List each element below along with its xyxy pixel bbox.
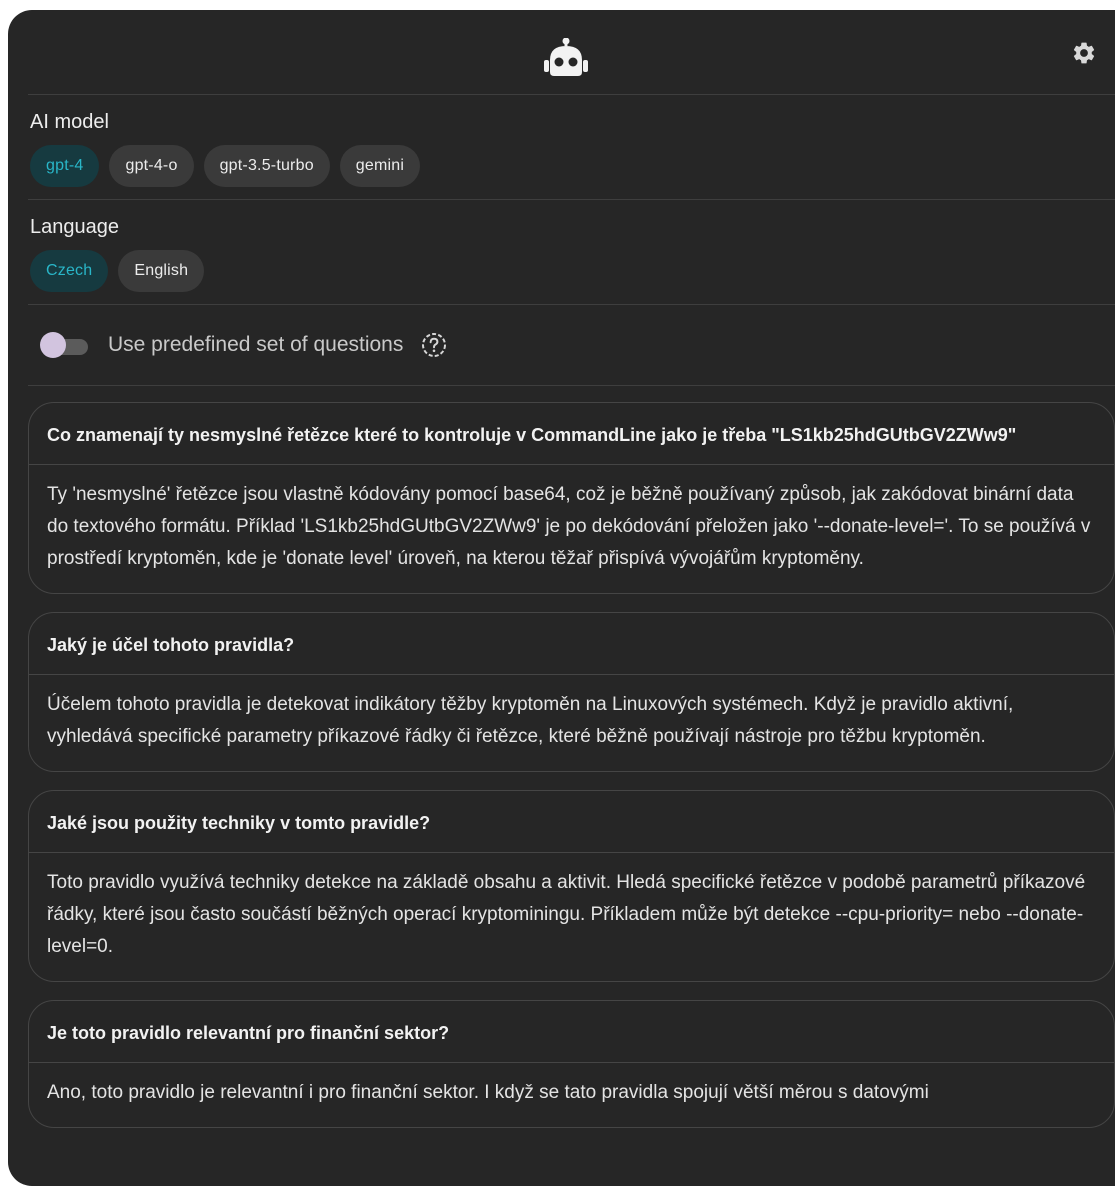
chat-panel: AI model gpt-4 gpt-4-o gpt-3.5-turbo gem… [8, 10, 1115, 1186]
predefined-questions-label: Use predefined set of questions [108, 333, 404, 356]
toggle-thumb [40, 332, 66, 358]
qa-answer: Ty 'nesmyslné' řetězce jsou vlastně kódo… [47, 484, 1091, 569]
panel-header [28, 10, 1115, 95]
model-chip-gpt-4-o[interactable]: gpt-4-o [109, 145, 194, 187]
predefined-questions-row: Use predefined set of questions [28, 305, 1115, 386]
model-chip-gpt-4[interactable]: gpt-4 [30, 145, 100, 187]
model-chip-gemini[interactable]: gemini [339, 145, 421, 187]
predefined-questions-toggle[interactable] [38, 332, 90, 358]
qa-card: Je toto pravidlo relevantní pro finanční… [28, 1000, 1115, 1128]
qa-question: Je toto pravidlo relevantní pro finanční… [29, 1001, 1114, 1063]
qa-answer: Účelem tohoto pravidla je detekovat indi… [47, 694, 1014, 747]
model-chip-gpt-3-5-turbo[interactable]: gpt-3.5-turbo [203, 145, 330, 187]
gear-icon[interactable] [1071, 40, 1097, 66]
qa-list: Co znamenají ty nesmyslné řetězce které … [8, 386, 1115, 1128]
language-chip-english[interactable]: English [118, 250, 205, 292]
robot-icon [544, 38, 588, 76]
qa-card: Jaký je účel tohoto pravidla? Účelem toh… [28, 612, 1115, 772]
qa-card: Jaké jsou použity techniky v tomto pravi… [28, 790, 1115, 982]
language-chips: Czech English [30, 250, 1115, 292]
qa-question: Co znamenají ty nesmyslné řetězce které … [29, 403, 1114, 465]
qa-question: Jaký je účel tohoto pravidla? [29, 613, 1114, 675]
model-label: AI model [30, 111, 109, 133]
qa-answer: Ano, toto pravidlo je relevantní i pro f… [47, 1082, 929, 1103]
model-chips: gpt-4 gpt-4-o gpt-3.5-turbo gemini [30, 145, 1115, 187]
language-label: Language [30, 216, 119, 238]
qa-question: Jaké jsou použity techniky v tomto pravi… [29, 791, 1114, 853]
question-circle-icon[interactable] [421, 332, 447, 358]
language-section: Language Czech English [28, 200, 1115, 305]
language-chip-czech[interactable]: Czech [30, 250, 109, 292]
qa-answer: Toto pravidlo využívá techniky detekce n… [47, 872, 1086, 957]
model-section: AI model gpt-4 gpt-4-o gpt-3.5-turbo gem… [28, 95, 1115, 200]
qa-card: Co znamenají ty nesmyslné řetězce které … [28, 402, 1115, 594]
